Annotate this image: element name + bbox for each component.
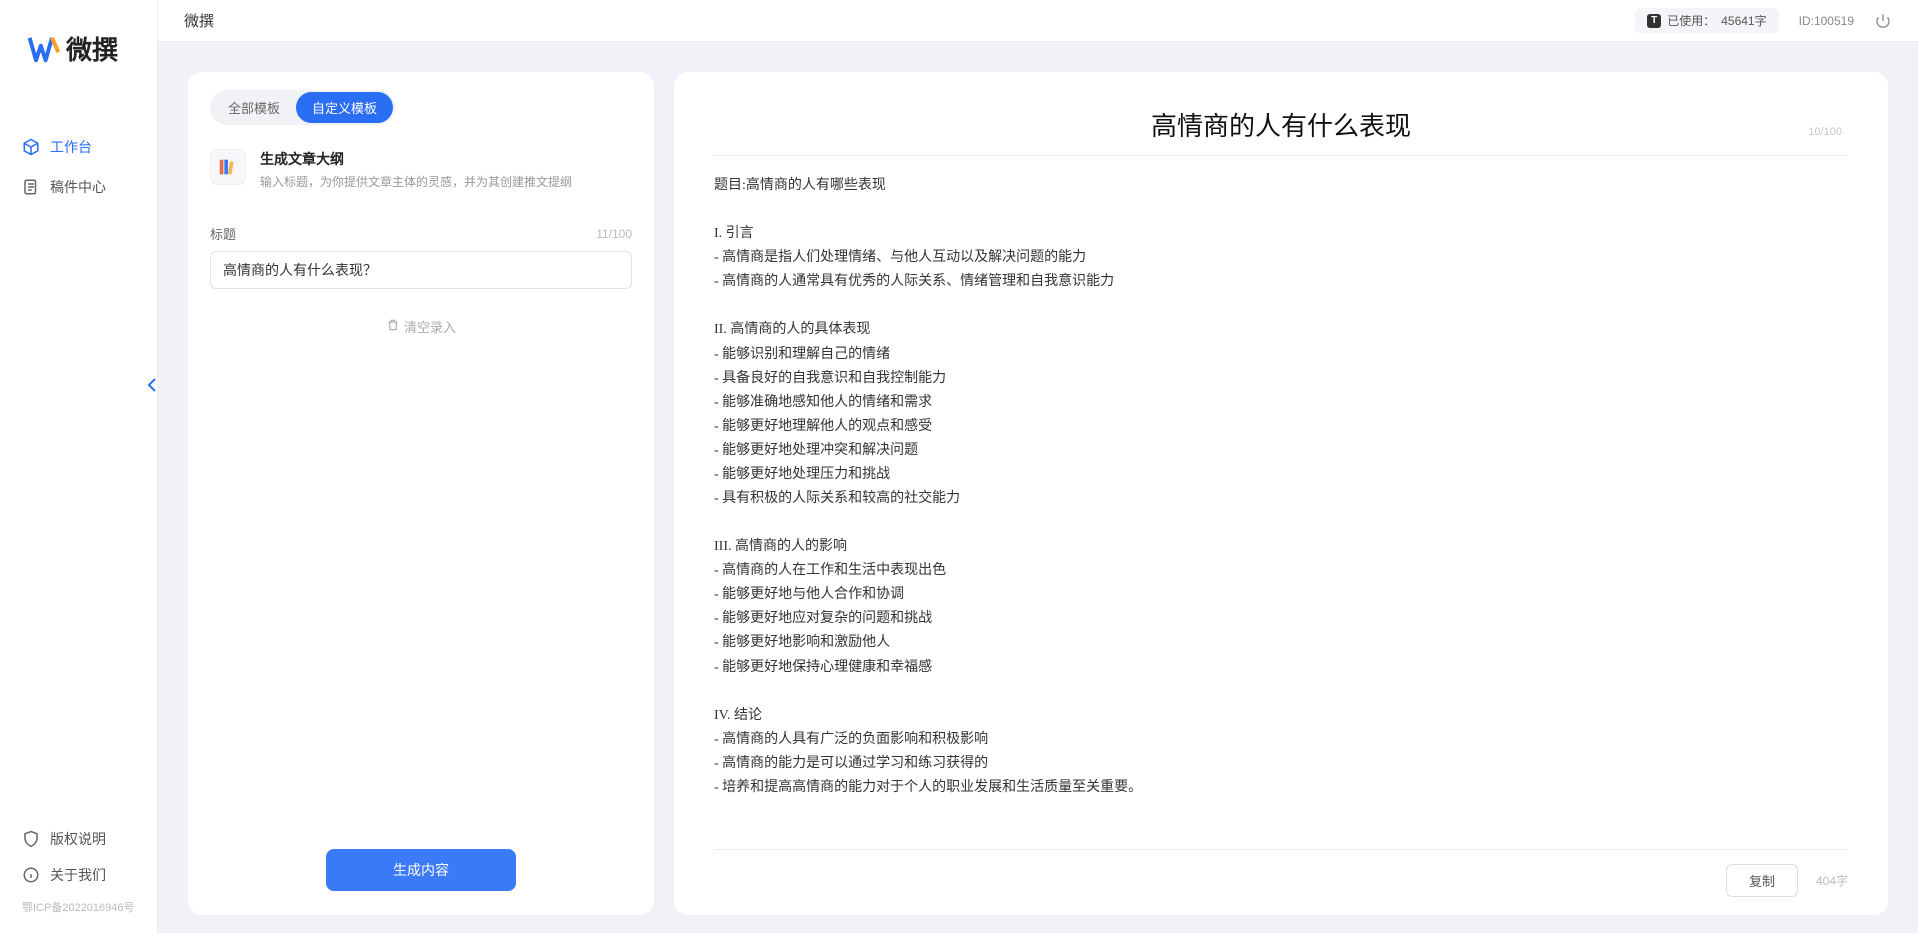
sidebar: 微撰 工作台 稿件中心 版权说明: [0, 0, 158, 933]
clear-label: 清空录入: [404, 317, 456, 336]
logo: 微撰: [0, 0, 157, 87]
foot-item-label: 关于我们: [50, 865, 106, 885]
nav: 工作台 稿件中心: [0, 87, 157, 821]
foot-item-about[interactable]: 关于我们: [0, 857, 157, 893]
content: 全部模板 自定义模板 生成文章大纲 输入标题，为你提供文章主体的灵感，并为其创建…: [158, 42, 1918, 933]
usage-badge: T 已使用： 45641字: [1635, 8, 1778, 33]
template-title: 生成文章大纲: [260, 149, 632, 169]
char-count: 404字: [1816, 872, 1848, 889]
output-body: 题目:高情商的人有哪些表现 I. 引言 - 高情商是指人们处理情绪、与他人互动以…: [714, 174, 1848, 839]
panel-output: 高情商的人有什么表现 10/100 题目:高情商的人有哪些表现 I. 引言 - …: [674, 72, 1888, 915]
doc-icon: [22, 178, 40, 196]
template-tabs: 全部模板 自定义模板: [210, 90, 395, 125]
text-count-icon: T: [1647, 14, 1661, 28]
books-icon: [210, 149, 246, 185]
usage-prefix: 已使用：: [1667, 12, 1715, 29]
header: 微撰 T 已使用： 45641字 ID:100519: [158, 0, 1918, 42]
usage-value: 45641字: [1721, 12, 1766, 29]
nav-item-workbench[interactable]: 工作台: [0, 127, 157, 167]
clear-button[interactable]: 清空录入: [210, 317, 632, 336]
collapse-handle[interactable]: [146, 374, 158, 396]
tab-all-templates[interactable]: 全部模板: [212, 92, 296, 123]
panel-input: 全部模板 自定义模板 生成文章大纲 输入标题，为你提供文章主体的灵感，并为其创建…: [188, 72, 654, 915]
info-icon: [22, 866, 40, 884]
header-title: 微撰: [184, 10, 1615, 31]
field-count: 11/100: [596, 227, 632, 241]
copy-button[interactable]: 复制: [1726, 864, 1798, 897]
cube-icon: [22, 138, 40, 156]
template-card: 生成文章大纲 输入标题，为你提供文章主体的灵感，并为其创建推文提纲: [210, 143, 632, 196]
tab-custom-templates[interactable]: 自定义模板: [296, 92, 393, 123]
logo-icon: [28, 33, 60, 65]
trash-icon: [386, 318, 400, 335]
nav-item-drafts[interactable]: 稿件中心: [0, 167, 157, 207]
power-icon[interactable]: [1874, 12, 1892, 30]
output-title: 高情商的人有什么表现: [714, 106, 1848, 143]
icp-text: 鄂ICP备2022016946号: [0, 893, 157, 921]
generate-button[interactable]: 生成内容: [326, 849, 516, 891]
foot-item-label: 版权说明: [50, 829, 106, 849]
template-desc: 输入标题，为你提供文章主体的灵感，并为其创建推文提纲: [260, 173, 632, 190]
foot-item-copyright[interactable]: 版权说明: [0, 821, 157, 857]
title-input[interactable]: [210, 251, 632, 289]
shield-icon: [22, 830, 40, 848]
field-label-title: 标题: [210, 224, 236, 243]
header-id: ID:100519: [1799, 14, 1854, 28]
logo-text: 微撰: [66, 30, 118, 67]
main: 微撰 T 已使用： 45641字 ID:100519 全部模板 自定义模板: [158, 0, 1918, 933]
sidebar-footer: 版权说明 关于我们 鄂ICP备2022016946号: [0, 821, 157, 933]
divider: [714, 155, 1848, 156]
output-top-count: 10/100: [1808, 126, 1842, 138]
nav-item-label: 稿件中心: [50, 177, 106, 197]
nav-item-label: 工作台: [50, 137, 92, 157]
